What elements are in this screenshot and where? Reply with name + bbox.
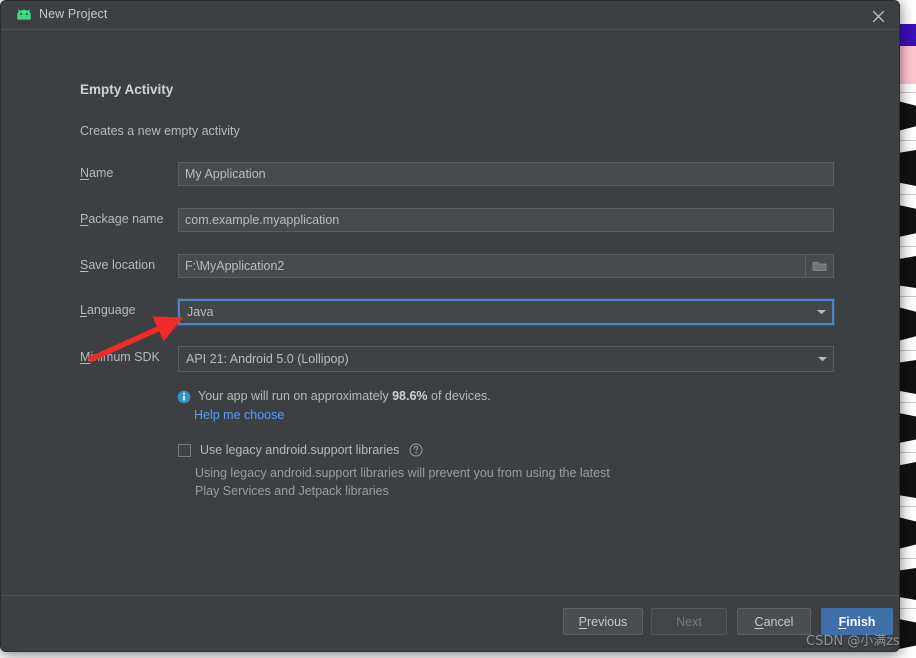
minimum-sdk-dropdown[interactable]: API 21: Android 5.0 (Lollipop): [178, 346, 834, 372]
new-project-dialog: New Project Empty Activity Creates a new…: [0, 0, 900, 652]
info-icon: [177, 390, 191, 407]
dialog-footer: Previous Next Cancel Finish: [1, 595, 899, 651]
form-row-name: Name: [80, 162, 834, 186]
legacy-libraries-row[interactable]: Use legacy android.support libraries: [178, 443, 423, 457]
device-coverage-text: Your app will run on approximately 98.6%…: [198, 389, 491, 403]
label-save-location: Save location: [80, 258, 156, 272]
help-me-choose-link[interactable]: Help me choose: [194, 408, 284, 422]
form-row-minimum-sdk: Minimum SDK API 21: Android 5.0 (Lollipo…: [80, 346, 834, 372]
chevron-down-icon: [810, 308, 832, 316]
android-robot-icon: [15, 9, 33, 23]
name-input[interactable]: [178, 162, 834, 186]
previous-button[interactable]: Previous: [563, 608, 643, 635]
previous-button-label: Previous: [578, 614, 628, 629]
csdn-watermark: CSDN @小满zs: [806, 634, 900, 649]
package-name-input[interactable]: [178, 208, 834, 232]
info-text-after: of devices.: [427, 389, 491, 403]
label-package-name: Package name: [80, 212, 164, 226]
form-row-save-location: Save location: [80, 254, 834, 278]
form-row-package-name: Package name: [80, 208, 834, 232]
info-percent: 98.6%: [392, 389, 428, 403]
next-button: Next: [651, 608, 727, 635]
info-text-before: Your app will run on approximately: [198, 389, 393, 403]
label-language: Language: [80, 303, 136, 317]
device-coverage-info: Your app will run on approximately 98.6%…: [177, 389, 491, 407]
save-location-input[interactable]: [178, 254, 806, 278]
next-button-label: Next: [676, 614, 702, 629]
close-icon[interactable]: [865, 5, 891, 27]
legacy-libraries-label: Use legacy android.support libraries: [200, 443, 400, 457]
chevron-down-icon: [811, 355, 833, 363]
minimum-sdk-value: API 21: Android 5.0 (Lollipop): [186, 352, 349, 366]
dialog-body: Empty Activity Creates a new empty activ…: [1, 30, 899, 595]
label-name: Name: [80, 166, 114, 180]
label-minimum-sdk: Minimum SDK: [80, 350, 160, 364]
finish-button-label: Finish: [838, 614, 876, 629]
folder-icon[interactable]: [806, 254, 834, 278]
language-dropdown[interactable]: Java: [178, 299, 834, 325]
language-value: Java: [187, 305, 214, 319]
dialog-titlebar: New Project: [1, 1, 899, 30]
cancel-button-label: Cancel: [754, 614, 794, 629]
dialog-title: New Project: [39, 7, 108, 21]
page-subtitle: Creates a new empty activity: [80, 124, 240, 138]
form-row-language: Language Java: [80, 299, 834, 325]
question-mark-icon[interactable]: [409, 443, 423, 457]
page-title: Empty Activity: [80, 82, 174, 97]
legacy-libraries-description: Using legacy android.support libraries w…: [195, 466, 610, 498]
cancel-button[interactable]: Cancel: [737, 608, 811, 635]
legacy-libraries-checkbox[interactable]: [178, 443, 191, 457]
